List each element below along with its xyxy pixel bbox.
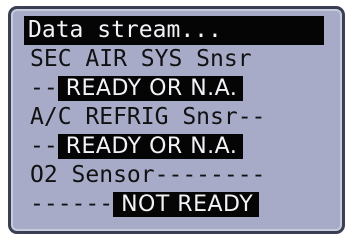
status-badge-ac-refrig: READY OR N.A. [57,134,244,159]
scan-tool-screen: Data stream... SEC AIR SYS Snsr -- READY… [0,0,351,240]
monitor-label-o2-sensor: O2 Sensor-------- [30,162,266,188]
monitor-status-row-o2-sensor: ------ NOT READY [24,190,324,219]
lcd-display: Data stream... SEC AIR SYS Snsr -- READY… [24,16,324,219]
status-dash-fill: -- [30,75,58,101]
status-badge-sec-air-sys: READY OR N.A. [57,76,244,101]
monitor-status-row-sec-air-sys: -- READY OR N.A. [24,74,324,103]
monitor-status-row-ac-refrig: -- READY OR N.A. [24,132,324,161]
monitor-label-sec-air-sys: SEC AIR SYS Snsr [30,46,252,72]
monitor-label-ac-refrig: A/C REFRIG Snsr-- [30,104,266,130]
status-dash-fill: -- [30,133,58,159]
screen-title: Data stream... [24,16,324,45]
status-dash-fill: ------ [30,191,114,217]
status-badge-o2-sensor: NOT READY [113,192,260,217]
